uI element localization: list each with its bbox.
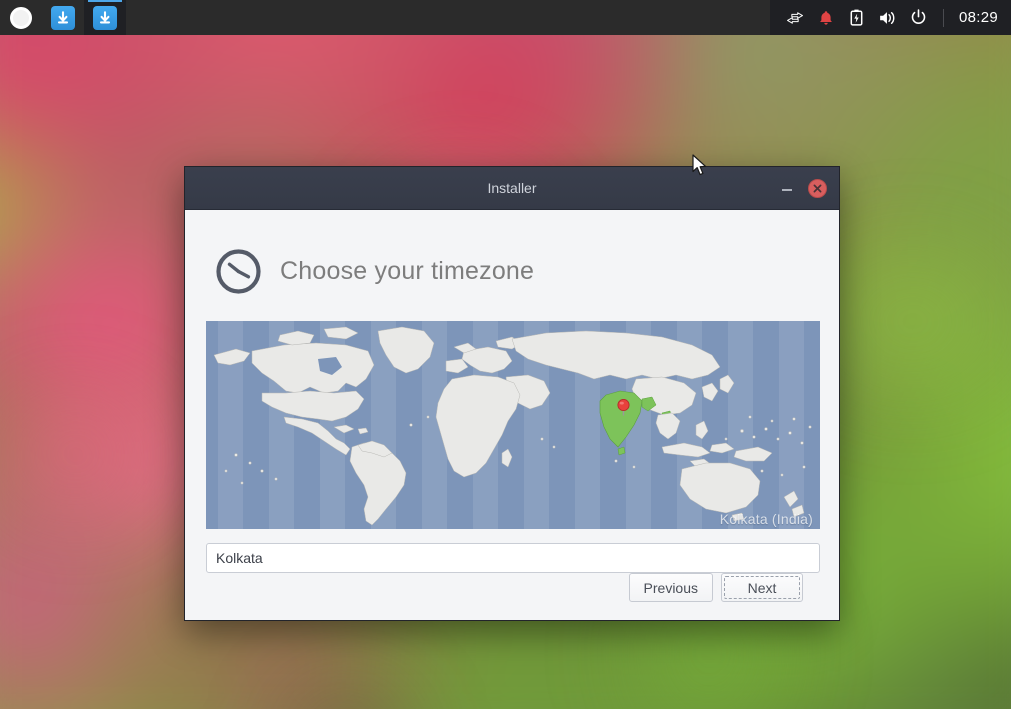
- top-panel: 08:29: [0, 0, 1011, 35]
- minimize-icon: [782, 189, 792, 191]
- system-tray: 08:29: [769, 0, 1011, 35]
- download-arrow-icon: [51, 5, 75, 30]
- window-title: Installer: [487, 180, 537, 196]
- task-list: [0, 0, 126, 35]
- dialog-footer: Previous Next: [206, 573, 818, 628]
- timezone-map[interactable]: Kolkata (India): [206, 321, 820, 529]
- window-controls: [780, 178, 839, 198]
- page-heading: Choose your timezone: [206, 210, 818, 321]
- taskbar-item-download-1[interactable]: [42, 0, 84, 35]
- timezone-input[interactable]: [206, 543, 820, 573]
- previous-button[interactable]: Previous: [628, 573, 713, 602]
- dialog-body: Choose your timezone Kolkata (India) Kol…: [185, 210, 839, 628]
- close-button[interactable]: [808, 178, 827, 198]
- session-indicator-button[interactable]: [0, 0, 42, 35]
- installer-window: Installer Choose your timezone Kolkata (…: [184, 166, 840, 621]
- volume-icon[interactable]: [879, 9, 897, 27]
- power-icon[interactable]: [910, 9, 928, 27]
- circle-icon: [10, 6, 32, 29]
- clock-label[interactable]: 08:29: [959, 9, 1002, 26]
- network-transfer-icon[interactable]: [786, 9, 804, 27]
- close-icon: [813, 184, 822, 192]
- window-titlebar[interactable]: Installer: [185, 167, 839, 210]
- location-pin-icon: [617, 398, 630, 416]
- next-button[interactable]: Next: [721, 573, 803, 602]
- taskbar-item-download-2[interactable]: [84, 0, 126, 35]
- page-title: Choose your timezone: [280, 257, 535, 285]
- battery-icon[interactable]: [848, 9, 866, 27]
- clock-icon: [215, 248, 262, 295]
- screen: 08:29 Installer Choose your timezone Kol…: [0, 0, 1011, 709]
- tray-divider: [942, 8, 944, 27]
- selected-timezone-label: Kolkata (India): [719, 511, 813, 527]
- minimize-button[interactable]: [780, 181, 794, 195]
- world-map-graphic: [206, 321, 820, 529]
- download-arrow-icon: [93, 5, 117, 30]
- notification-bell-icon[interactable]: [817, 9, 835, 27]
